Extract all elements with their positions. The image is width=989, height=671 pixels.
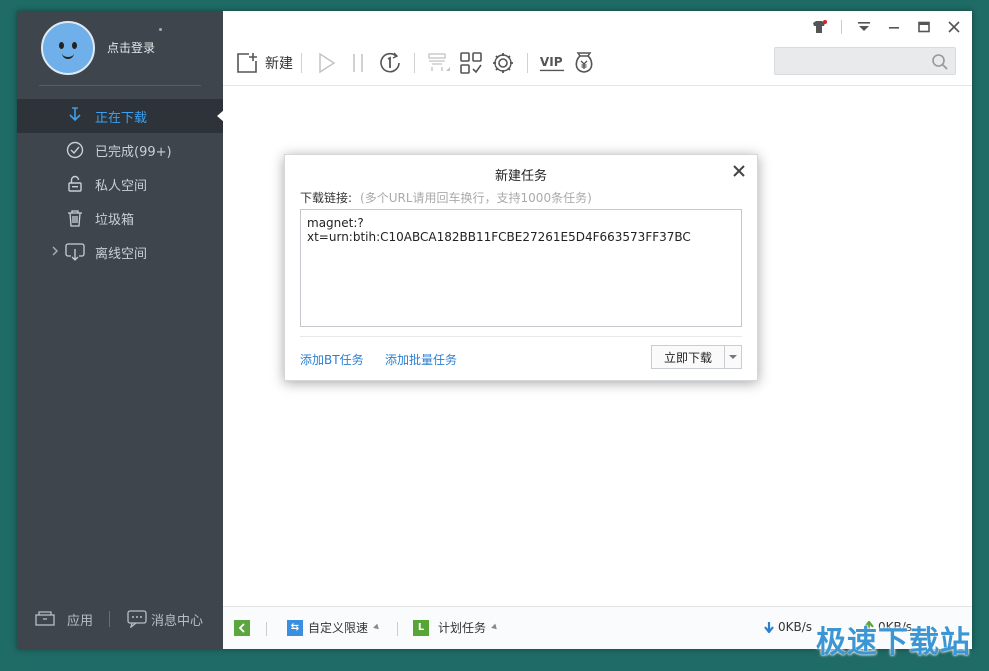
dialog-title: 新建任务 (494, 169, 547, 184)
download-link-field[interactable]: magnet:?xt=urn:btih:C10ABCA182BB11FCBE27… (300, 209, 742, 327)
lock-icon (65, 174, 85, 194)
skin-icon[interactable] (811, 19, 827, 35)
single-task-icon[interactable] (377, 50, 403, 76)
sidebar-item-label: 垃圾箱 (95, 212, 135, 228)
close-icon[interactable] (946, 19, 962, 35)
message-center-button[interactable]: 消息中心 (127, 610, 203, 629)
new-task-dialog: 新建任务 下载链接: (多个URL请用回车换行，支持1000条任务) magnet… (284, 154, 758, 381)
footer-separator (109, 611, 110, 627)
add-bt-task-link[interactable]: 添加BT任务 (300, 351, 364, 368)
download-options-dropdown[interactable] (725, 345, 742, 369)
check-circle-icon (65, 140, 85, 160)
maximize-icon[interactable] (916, 19, 932, 35)
window-controls (811, 19, 962, 35)
sidebar-item-label: 私人空间 (95, 178, 148, 194)
login-link[interactable]: 点击登录 (107, 39, 155, 56)
sidebar-footer: 应用 消息中心 (17, 607, 223, 631)
svg-text:VIP: VIP (540, 55, 563, 69)
sidebar-item-trash[interactable]: 垃圾箱 (17, 201, 223, 235)
pause-icon[interactable] (345, 50, 371, 76)
download-now-button[interactable]: 立即下载 (651, 345, 725, 369)
sort-icon[interactable] (426, 50, 452, 76)
minimize-icon[interactable] (886, 19, 902, 35)
arrow-down-icon (764, 622, 774, 633)
sidebar-item-label: 正在下载 (95, 110, 148, 126)
download-link-label: 下载链接: (多个URL请用回车换行，支持1000条任务) (300, 191, 592, 205)
apps-label: 应用 (67, 613, 94, 629)
custom-speed-label: 自定义限速 (308, 621, 369, 635)
trash-icon (65, 208, 85, 228)
new-task-label: 新建 (265, 56, 293, 72)
sidebar-item-label: 离线空间 (95, 246, 148, 262)
message-center-label: 消息中心 (151, 613, 204, 629)
play-icon[interactable] (313, 50, 339, 76)
sidebar-item-offline-space[interactable]: 离线空间 (17, 235, 223, 269)
sidebar-item-downloading[interactable]: 正在下载 (17, 99, 224, 133)
message-icon (127, 610, 147, 628)
grid-view-icon[interactable] (458, 50, 484, 76)
sidebar-nav: 正在下载 已完成(99+) 私人空间 垃圾箱 离线空间 (17, 99, 224, 269)
watermark: 极速下载站 (816, 625, 971, 660)
vip-icon[interactable]: VIP (539, 50, 565, 76)
download-speed: 0KB/s (763, 620, 812, 634)
scheduled-task-button[interactable]: L 计划任务 (413, 619, 499, 636)
apps-icon (35, 611, 55, 626)
main-window: 点击登录 正在下载 已完成(99+) 私人空间 垃圾箱 离线空间 应用 消息中心… (17, 11, 972, 649)
speed-limit-icon: ⇆ (287, 619, 303, 636)
search-icon[interactable] (931, 53, 949, 71)
search-input[interactable] (774, 47, 956, 75)
add-batch-task-link[interactable]: 添加批量任务 (385, 351, 457, 368)
chevron-right-icon[interactable] (51, 245, 59, 259)
calendar-icon: L (413, 619, 429, 636)
custom-speed-limit-button[interactable]: ⇆ 自定义限速 (287, 619, 381, 636)
menu-icon[interactable] (856, 19, 872, 35)
collapse-sidebar-button[interactable] (234, 620, 250, 636)
sidebar-item-label: 已完成(99+) (95, 144, 172, 160)
new-task-button[interactable]: 新建 (235, 49, 293, 77)
download-link-hint: (多个URL请用回车换行，支持1000条任务) (360, 191, 592, 205)
sidebar-item-private-space[interactable]: 私人空间 (17, 167, 223, 201)
avatar[interactable] (41, 21, 95, 75)
chevron-left-icon (238, 623, 245, 633)
cloud-download-icon (65, 242, 85, 262)
toolbar: 新建 VIP (235, 49, 600, 77)
new-file-icon (237, 53, 257, 73)
sidebar-divider (39, 85, 201, 86)
notification-dot (159, 28, 162, 31)
settings-gear-icon[interactable] (490, 50, 516, 76)
sidebar-item-completed[interactable]: 已完成(99+) (17, 133, 223, 167)
apps-button[interactable]: 应用 (35, 610, 93, 629)
chevron-down-icon (729, 355, 737, 359)
money-bag-icon[interactable] (571, 50, 597, 76)
sidebar: 点击登录 正在下载 已完成(99+) 私人空间 垃圾箱 离线空间 应用 消息中心 (17, 11, 224, 649)
close-icon[interactable] (731, 163, 747, 179)
download-icon (65, 106, 85, 126)
schedule-label: 计划任务 (438, 621, 487, 635)
